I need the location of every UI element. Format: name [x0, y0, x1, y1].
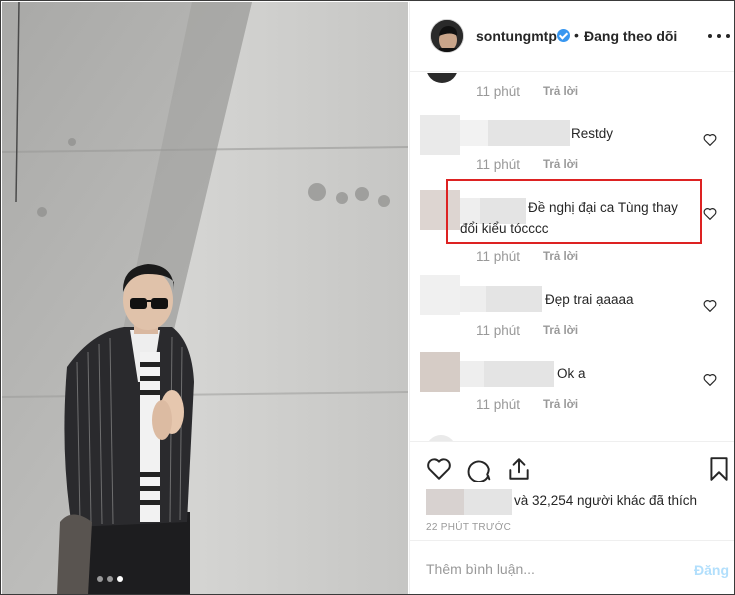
- redacted-username: [460, 286, 486, 312]
- comment-like-heart-icon[interactable]: [703, 299, 717, 312]
- comment-list[interactable]: 11 phút Trả lời Restdy 11 phút Trả lời Đ…: [410, 73, 734, 441]
- comment-like-heart-icon[interactable]: [703, 133, 717, 146]
- post-photo[interactable]: [2, 2, 408, 594]
- comment-avatar[interactable]: [426, 73, 458, 83]
- post-side-panel: sontungmtp • Đang theo dõi 11 phút Trả l…: [409, 2, 734, 594]
- comment-text: Ok a: [557, 366, 586, 381]
- instagram-post-modal: sontungmtp • Đang theo dõi 11 phút Trả l…: [0, 0, 735, 595]
- redacted-username: [486, 286, 542, 312]
- post-timestamp: 22 PHÚT TRƯỚC: [426, 522, 512, 533]
- post-header: sontungmtp • Đang theo dõi: [410, 2, 734, 72]
- post-actions-bar: và 32,254 người khác đã thích 22 PHÚT TR…: [410, 441, 734, 537]
- comment-time: 11 phút: [476, 157, 521, 172]
- verified-badge-icon: [557, 29, 570, 42]
- comment-avatar[interactable]: [420, 115, 460, 155]
- reply-button[interactable]: Trả lời: [543, 325, 578, 337]
- comment-icon[interactable]: [466, 456, 492, 482]
- share-icon[interactable]: [506, 456, 532, 482]
- heart-icon[interactable]: [426, 456, 452, 482]
- highlight-annotation-box: [446, 179, 702, 244]
- redacted-liker-avatar: [426, 489, 464, 515]
- separator-dot: •: [574, 27, 579, 43]
- carousel-indicator[interactable]: [97, 576, 123, 582]
- bookmark-icon[interactable]: [706, 456, 732, 482]
- username-link[interactable]: sontungmtp: [476, 28, 557, 44]
- redacted-username: [484, 361, 554, 387]
- comment-avatar[interactable]: [420, 352, 460, 392]
- carousel-dot[interactable]: [107, 576, 113, 582]
- following-button[interactable]: Đang theo dõi: [584, 28, 677, 44]
- comment-time: 11 phút: [476, 323, 521, 338]
- carousel-dot[interactable]: [97, 576, 103, 582]
- carousel-dot-active[interactable]: [117, 576, 123, 582]
- comment-input[interactable]: [426, 561, 666, 577]
- comment-like-heart-icon[interactable]: [703, 207, 717, 220]
- add-comment-bar: Đăng: [410, 540, 734, 594]
- reply-button[interactable]: Trả lời: [543, 399, 578, 411]
- reply-button[interactable]: Trả lời: [543, 159, 578, 171]
- comment-text: Restdy: [571, 126, 614, 141]
- reply-button[interactable]: Trả lời: [543, 86, 578, 98]
- redacted-username: [460, 120, 488, 146]
- redacted-username: [488, 120, 570, 146]
- comment-time: 11 phút: [476, 249, 521, 264]
- comment-time: 11 phút: [476, 84, 521, 99]
- post-comment-button[interactable]: Đăng: [694, 562, 729, 578]
- redacted-username: [460, 361, 484, 387]
- comment-like-heart-icon[interactable]: [703, 373, 717, 386]
- avatar[interactable]: [430, 19, 464, 53]
- comment-text: Đẹp trai ạaaaa: [545, 292, 634, 307]
- redacted-liker-name: [464, 489, 512, 515]
- reply-button[interactable]: Trả lời: [543, 251, 578, 263]
- more-options-icon[interactable]: [708, 26, 730, 46]
- comment-avatar[interactable]: [420, 275, 460, 315]
- likes-count[interactable]: và 32,254 người khác đã thích: [514, 493, 697, 508]
- comment-time: 11 phút: [476, 397, 521, 412]
